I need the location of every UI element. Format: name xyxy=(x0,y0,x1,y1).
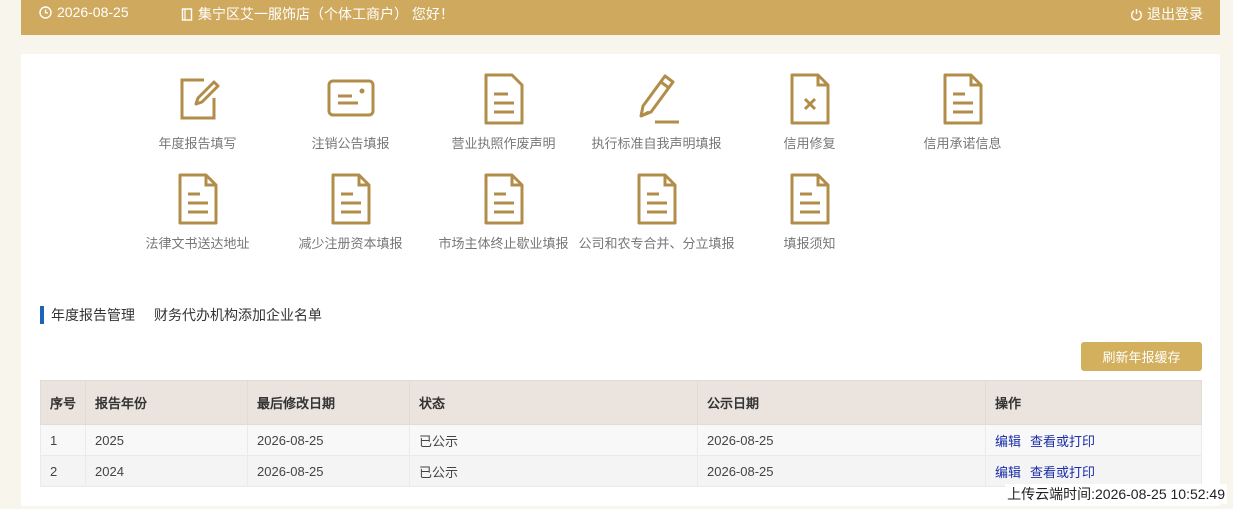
menu-annual-report[interactable]: 年度报告填写 xyxy=(121,54,274,151)
menu-label: 市场主体终止歇业填报 xyxy=(438,236,569,251)
view-print-link[interactable]: 查看或打印 xyxy=(1030,465,1095,480)
document-icon xyxy=(790,173,830,225)
menu-filing-notice[interactable]: 填报须知 xyxy=(733,154,886,251)
logout-button[interactable]: 退出登录 xyxy=(1130,4,1203,24)
date-text: 2026-08-25 xyxy=(57,4,129,20)
card-icon xyxy=(327,79,375,117)
menu-label: 执行标准自我声明填报 xyxy=(591,136,722,151)
menu-label: 营业执照作废声明 xyxy=(451,136,556,151)
document-icon xyxy=(637,173,677,225)
document-icon xyxy=(178,173,218,225)
cell-status: 已公示 xyxy=(409,424,698,456)
menu-credit-repair[interactable]: 信用修复 xyxy=(733,54,886,151)
menu-label: 填报须知 xyxy=(783,236,836,251)
edit-link[interactable]: 编辑 xyxy=(995,434,1021,449)
cell-no: 2 xyxy=(40,455,86,487)
cell-modified: 2026-08-25 xyxy=(247,424,410,456)
menu-label: 年度报告填写 xyxy=(158,136,237,151)
cell-status: 已公示 xyxy=(409,455,698,487)
main-panel: 年度报告填写 注销公告填报 营业执照作废声明 执行标准自我声明填报 信用修复 信… xyxy=(21,54,1220,506)
menu-label: 公司和农专合并、分立填报 xyxy=(578,236,735,251)
report-table: 序号 报告年份 最后修改日期 状态 公示日期 操作 1 2025 2026-08… xyxy=(40,380,1202,487)
col-header-modified: 最后修改日期 xyxy=(247,380,410,425)
menu-legal-address[interactable]: 法律文书送达地址 xyxy=(121,154,274,251)
col-header-publish: 公示日期 xyxy=(697,380,986,425)
clock-icon xyxy=(39,5,52,19)
menu-cancellation-notice[interactable]: 注销公告填报 xyxy=(274,54,427,151)
document-x-icon xyxy=(790,73,830,125)
cell-no: 1 xyxy=(40,424,86,456)
document-icon xyxy=(484,73,524,125)
menu-label: 减少注册资本填报 xyxy=(298,236,403,251)
greeting: 集宁区艾一服饰店（个体工商户） 您好！ xyxy=(181,4,454,24)
cell-modified: 2026-08-25 xyxy=(247,455,410,487)
col-header-operation: 操作 xyxy=(985,380,1202,425)
refresh-cache-button[interactable]: 刷新年报缓存 xyxy=(1081,342,1202,371)
tab-financial-agent-list[interactable]: 财务代办机构添加企业名单 xyxy=(154,305,322,325)
tab-annual-report-management[interactable]: 年度报告管理 xyxy=(51,305,135,325)
menu-label: 信用修复 xyxy=(783,136,836,151)
cell-year: 2025 xyxy=(85,424,248,456)
col-header-status: 状态 xyxy=(409,380,698,425)
col-header-no: 序号 xyxy=(40,380,86,425)
power-icon xyxy=(1130,8,1143,21)
greeting-text: 集宁区艾一服饰店（个体工商户） 您好！ xyxy=(198,6,454,22)
document-icon xyxy=(943,73,983,125)
menu-label: 信用承诺信息 xyxy=(923,136,1002,151)
edit-icon xyxy=(180,78,220,120)
col-header-year: 报告年份 xyxy=(85,380,248,425)
tab-active-indicator xyxy=(40,306,44,324)
menu-business-termination[interactable]: 市场主体终止歇业填报 xyxy=(427,154,580,251)
table-header-row: 序号 报告年份 最后修改日期 状态 公示日期 操作 xyxy=(40,380,1202,425)
menu-capital-reduction[interactable]: 减少注册资本填报 xyxy=(274,154,427,251)
book-icon xyxy=(181,7,193,21)
table-row: 1 2025 2026-08-25 已公示 2026-08-25 编辑 查看或打印 xyxy=(40,424,1202,456)
menu-label: 注销公告填报 xyxy=(311,136,390,151)
menu-credit-commitment[interactable]: 信用承诺信息 xyxy=(886,54,1039,151)
document-icon xyxy=(484,173,524,225)
document-icon xyxy=(331,173,371,225)
date-display: 2026-08-25 xyxy=(39,4,129,20)
menu-standard-declaration[interactable]: 执行标准自我声明填报 xyxy=(580,54,733,151)
menu-license-void[interactable]: 营业执照作废声明 xyxy=(427,54,580,151)
view-print-link[interactable]: 查看或打印 xyxy=(1030,434,1095,449)
upload-time: 上传云端时间:2026-08-25 10:52:49 xyxy=(1005,484,1227,504)
cell-operation: 编辑 查看或打印 xyxy=(985,424,1202,456)
cell-operation: 编辑 查看或打印 xyxy=(985,455,1202,487)
pencil-icon xyxy=(639,74,679,124)
section-tabs: 年度报告管理 财务代办机构添加企业名单 xyxy=(40,305,341,325)
cell-publish: 2026-08-25 xyxy=(697,424,986,456)
top-bar: 2026-08-25 集宁区艾一服饰店（个体工商户） 您好！ 退出登录 xyxy=(21,0,1220,35)
edit-link[interactable]: 编辑 xyxy=(995,465,1021,480)
menu-label: 法律文书送达地址 xyxy=(145,236,250,251)
cell-publish: 2026-08-25 xyxy=(697,455,986,487)
menu-merger-split[interactable]: 公司和农专合并、分立填报 xyxy=(578,154,735,251)
table-row: 2 2024 2026-08-25 已公示 2026-08-25 编辑 查看或打印 xyxy=(40,455,1202,487)
cell-year: 2024 xyxy=(85,455,248,487)
logout-label: 退出登录 xyxy=(1147,6,1203,22)
